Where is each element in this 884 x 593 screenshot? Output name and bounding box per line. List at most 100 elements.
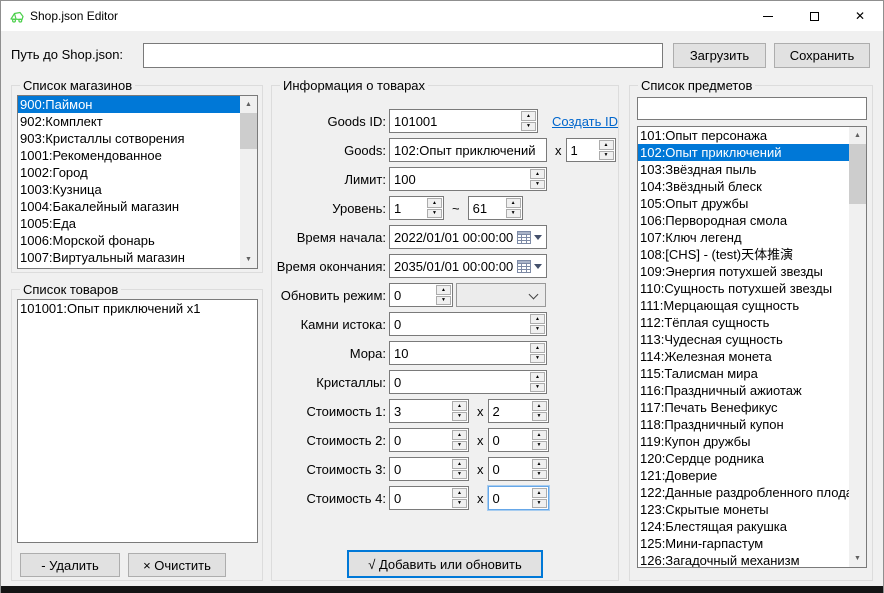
spin-down-icon[interactable]: ▼ <box>452 412 467 422</box>
list-item[interactable]: 110:Сущность потухшей звезды <box>638 280 849 297</box>
spin-up-icon[interactable]: ▲ <box>452 459 467 469</box>
spin-down-icon[interactable]: ▼ <box>530 354 545 364</box>
cost3-item-spinner[interactable]: 0 ▲ ▼ <box>389 457 469 481</box>
add-or-update-button[interactable]: √ Добавить или обновить <box>347 550 543 578</box>
list-item[interactable]: 117:Печать Венефикус <box>638 399 849 416</box>
time-start-picker[interactable]: 2022/01/01 00:00:00 <box>389 225 547 249</box>
list-item[interactable]: 112:Тёплая сущность <box>638 314 849 331</box>
list-item[interactable]: 118:Праздничный купон <box>638 416 849 433</box>
list-item[interactable]: 903:Кристаллы сотворения <box>18 130 240 147</box>
level-min-spinner[interactable]: 1 ▲ ▼ <box>389 196 444 220</box>
list-item[interactable]: 900:Паймон <box>18 96 240 113</box>
goods-listbox[interactable]: 101001:Опыт приключений x1 <box>17 299 258 543</box>
goods-count-spinner[interactable]: 1 ▲ ▼ <box>566 138 616 162</box>
spin-up-icon[interactable]: ▲ <box>532 430 547 440</box>
spin-down-icon[interactable]: ▼ <box>599 151 614 161</box>
list-item[interactable]: 102:Опыт приключений <box>638 144 849 161</box>
list-item[interactable]: 116:Праздничный ажиотаж <box>638 382 849 399</box>
list-item[interactable]: 1001:Рекомендованное <box>18 147 240 164</box>
refresh-mode-combobox[interactable] <box>456 283 546 307</box>
list-item[interactable]: 109:Энергия потухшей звезды <box>638 263 849 280</box>
minimize-button[interactable] <box>745 1 791 31</box>
list-item[interactable]: 1004:Бакалейный магазин <box>18 198 240 215</box>
spin-down-icon[interactable]: ▼ <box>521 122 536 132</box>
dropdown-arrow-icon[interactable] <box>534 235 542 240</box>
spin-up-icon[interactable]: ▲ <box>452 430 467 440</box>
list-item[interactable]: 121:Доверие <box>638 467 849 484</box>
spin-down-icon[interactable]: ▼ <box>532 499 547 509</box>
list-item[interactable]: 120:Сердце родника <box>638 450 849 467</box>
spin-up-icon[interactable]: ▲ <box>530 169 545 179</box>
create-id-link[interactable]: Создать ID <box>552 114 618 129</box>
spin-down-icon[interactable]: ▼ <box>452 441 467 451</box>
items-scrollbar[interactable]: ▲ ▼ <box>849 127 866 567</box>
list-item[interactable]: 103:Звёздная пыль <box>638 161 849 178</box>
close-button[interactable]: ✕ <box>837 1 883 31</box>
scroll-thumb[interactable] <box>849 144 866 204</box>
shops-listbox[interactable]: 900:Паймон902:Комплект903:Кристаллы сотв… <box>17 95 258 269</box>
scroll-up-icon[interactable]: ▲ <box>240 96 257 113</box>
crystals-spinner[interactable]: 0 ▲ ▼ <box>389 370 547 394</box>
scroll-down-icon[interactable]: ▼ <box>849 550 866 567</box>
list-item[interactable]: 125:Мини-гарпастум <box>638 535 849 552</box>
list-item[interactable]: 119:Купон дружбы <box>638 433 849 450</box>
spin-down-icon[interactable]: ▼ <box>452 499 467 509</box>
list-item[interactable]: 114:Железная монета <box>638 348 849 365</box>
spin-down-icon[interactable]: ▼ <box>452 470 467 480</box>
list-item[interactable]: 108:[CHS] - (test)天体推演 <box>638 246 849 263</box>
list-item[interactable]: 105:Опыт дружбы <box>638 195 849 212</box>
spin-up-icon[interactable]: ▲ <box>532 401 547 411</box>
save-button[interactable]: Сохранить <box>774 43 870 68</box>
dropdown-arrow-icon[interactable] <box>534 264 542 269</box>
scroll-up-icon[interactable]: ▲ <box>849 127 866 144</box>
spin-up-icon[interactable]: ▲ <box>532 488 547 498</box>
list-item[interactable]: 104:Звёздный блеск <box>638 178 849 195</box>
list-item[interactable]: 115:Талисман мира <box>638 365 849 382</box>
cost4-item-spinner[interactable]: 0 ▲ ▼ <box>389 486 469 510</box>
cost3-count-spinner[interactable]: 0 ▲ ▼ <box>488 457 549 481</box>
spin-up-icon[interactable]: ▲ <box>452 401 467 411</box>
list-item[interactable]: 1006:Морской фонарь <box>18 232 240 249</box>
list-item[interactable]: 113:Чудесная сущность <box>638 331 849 348</box>
spin-up-icon[interactable]: ▲ <box>506 198 521 208</box>
level-max-spinner[interactable]: 61 ▲ ▼ <box>468 196 523 220</box>
items-search-input[interactable] <box>637 97 867 120</box>
list-item[interactable]: 126:Загадочный механизм <box>638 552 849 567</box>
scroll-track[interactable] <box>240 113 257 251</box>
maximize-button[interactable] <box>791 1 837 31</box>
limit-spinner[interactable]: 100 ▲ ▼ <box>389 167 547 191</box>
list-item[interactable]: 101001:Опыт приключений x1 <box>18 300 257 317</box>
delete-button[interactable]: - Удалить <box>20 553 120 577</box>
spin-down-icon[interactable]: ▼ <box>436 296 451 306</box>
spin-down-icon[interactable]: ▼ <box>532 441 547 451</box>
spin-down-icon[interactable]: ▼ <box>427 209 442 219</box>
spin-up-icon[interactable]: ▲ <box>530 314 545 324</box>
spin-down-icon[interactable]: ▼ <box>506 209 521 219</box>
list-item[interactable]: 123:Скрытые монеты <box>638 501 849 518</box>
path-input[interactable] <box>143 43 663 68</box>
refresh-mode-spinner[interactable]: 0 ▲ ▼ <box>389 283 453 307</box>
list-item[interactable]: 106:Первородная смола <box>638 212 849 229</box>
list-item[interactable]: 1002:Город <box>18 164 240 181</box>
scroll-track[interactable] <box>849 144 866 550</box>
list-item[interactable]: 1003:Кузница <box>18 181 240 198</box>
mora-spinner[interactable]: 10 ▲ ▼ <box>389 341 547 365</box>
spin-up-icon[interactable]: ▲ <box>427 198 442 208</box>
spin-down-icon[interactable]: ▼ <box>532 470 547 480</box>
spin-up-icon[interactable]: ▲ <box>521 111 536 121</box>
cost1-count-spinner[interactable]: 2 ▲ ▼ <box>488 399 549 423</box>
spin-up-icon[interactable]: ▲ <box>436 285 451 295</box>
items-listbox[interactable]: 101:Опыт персонажа102:Опыт приключений10… <box>637 126 867 568</box>
list-item[interactable]: 124:Блестящая ракушка <box>638 518 849 535</box>
spin-up-icon[interactable]: ▲ <box>599 140 614 150</box>
scroll-thumb[interactable] <box>240 113 257 149</box>
spin-up-icon[interactable]: ▲ <box>532 459 547 469</box>
list-item[interactable]: 1005:Еда <box>18 215 240 232</box>
spin-up-icon[interactable]: ▲ <box>530 372 545 382</box>
time-end-picker[interactable]: 2035/01/01 00:00:00 <box>389 254 547 278</box>
cost1-item-spinner[interactable]: 3 ▲ ▼ <box>389 399 469 423</box>
load-button[interactable]: Загрузить <box>673 43 766 68</box>
scroll-down-icon[interactable]: ▼ <box>240 251 257 268</box>
cost4-count-spinner[interactable]: 0 ▲ ▼ <box>488 486 549 510</box>
clear-button[interactable]: × Очистить <box>128 553 226 577</box>
